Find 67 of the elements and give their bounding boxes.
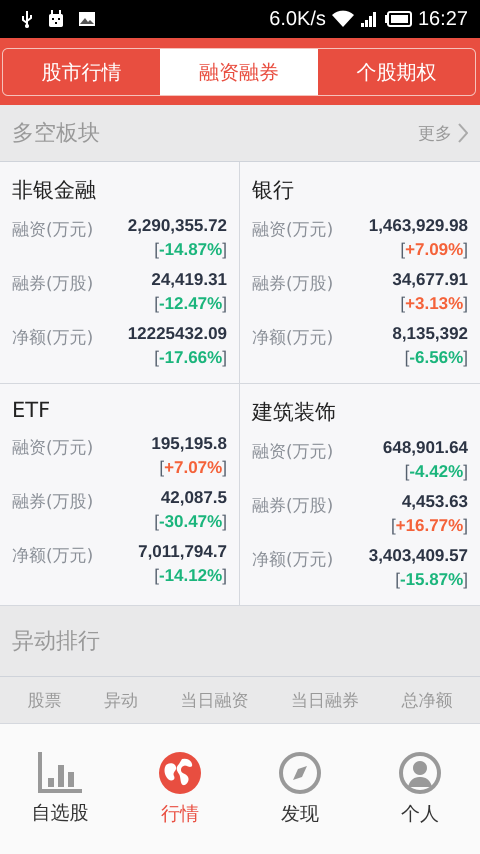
change-percent: [-6.56%] [404, 348, 468, 368]
column-header: 当日融券 [291, 690, 360, 712]
change-percent: [-14.87%] [154, 240, 227, 260]
tab[interactable]: 融资融券 [160, 49, 318, 95]
image-icon [78, 11, 96, 27]
metric-value: 7,011,794.7 [138, 542, 227, 562]
section-title: 多空板块 [12, 120, 100, 148]
change-percent: [-15.87%] [395, 570, 468, 590]
nav-tab[interactable]: 自选股 [0, 724, 120, 854]
metric-value: 2,290,355.72 [128, 216, 227, 236]
metric-label: 融券(万股) [12, 491, 94, 514]
signal-icon [360, 10, 378, 28]
change-percent: [-17.66%] [154, 348, 227, 368]
section-title: 异动排行 [12, 628, 100, 656]
sector-name: 建筑装饰 [252, 399, 337, 426]
chevron-right-icon [458, 123, 468, 143]
compass-icon [278, 751, 322, 795]
sector-card[interactable]: 非银金融 融资(万元) 2,290,355.72 [-14.87%] 融券(万股) 24,419.31 [-12.47%] 净额(万元) 12225432.09 [-17.66%] [0, 162, 240, 384]
clock: 16:27 [418, 8, 468, 30]
metric-value: 4,453.63 [402, 492, 468, 512]
network-speed: 6.0K/s [269, 8, 326, 30]
change-percent: [-4.42%] [404, 462, 468, 482]
metric-label: 融资(万元) [252, 219, 334, 242]
metric-value: 24,419.31 [151, 270, 227, 290]
wifi-icon [332, 10, 354, 28]
metric-label: 融券(万股) [252, 495, 334, 518]
metric-value: 12225432.09 [128, 324, 227, 344]
metric-label: 融资(万元) [252, 441, 334, 464]
change-percent: [+7.09%] [400, 240, 468, 260]
metric-label: 融券(万股) [252, 273, 334, 296]
metric-label: 融券(万股) [12, 273, 94, 296]
metric-value: 42,087.5 [160, 488, 227, 508]
metric-value: 34,677.91 [392, 270, 468, 290]
change-percent: [+3.13%] [400, 294, 468, 314]
column-header: 异动 [104, 690, 138, 712]
change-percent: [+7.07%] [159, 458, 227, 478]
change-percent: [+16.77%] [390, 516, 468, 536]
metric-value: 1,463,929.98 [368, 216, 468, 236]
sector-name: 非银金融 [12, 177, 97, 204]
change-percent: [-30.47%] [154, 512, 227, 532]
column-header: 总净额 [402, 690, 453, 712]
nav-tab[interactable]: 个人 [360, 724, 480, 854]
metric-label: 融资(万元) [12, 437, 94, 460]
metric-value: 648,901.64 [382, 438, 468, 458]
sector-card[interactable]: 银行 融资(万元) 1,463,929.98 [+7.09%] 融券(万股) 34,677.91 [+3.13%] 净额(万元) 8,135,392 [-6.56%] [240, 162, 480, 384]
nav-tab[interactable]: 发现 [240, 724, 360, 854]
metric-label: 融资(万元) [12, 219, 94, 242]
metric-label: 净额(万元) [252, 549, 334, 572]
battery-icon [384, 11, 412, 27]
bar-chart-icon [37, 752, 83, 794]
sector-name: 银行 [252, 177, 295, 204]
metric-value: 195,195.8 [151, 434, 227, 454]
change-percent: [-14.12%] [154, 566, 227, 586]
person-icon [398, 751, 442, 795]
column-header: 当日融资 [180, 690, 248, 712]
metric-label: 净额(万元) [12, 327, 94, 350]
nav-tab[interactable]: 行情 [120, 724, 240, 854]
metric-label: 净额(万元) [12, 545, 94, 568]
usb-icon [20, 10, 34, 28]
metric-value: 8,135,392 [392, 324, 468, 344]
sector-name: ETF [12, 398, 52, 422]
globe-icon [158, 751, 202, 795]
robot-icon [46, 9, 66, 29]
metric-label: 净额(万元) [252, 327, 334, 350]
metric-value: 3,403,409.57 [368, 546, 468, 566]
column-header: 股票 [27, 690, 62, 712]
change-percent: [-12.47%] [154, 294, 227, 314]
